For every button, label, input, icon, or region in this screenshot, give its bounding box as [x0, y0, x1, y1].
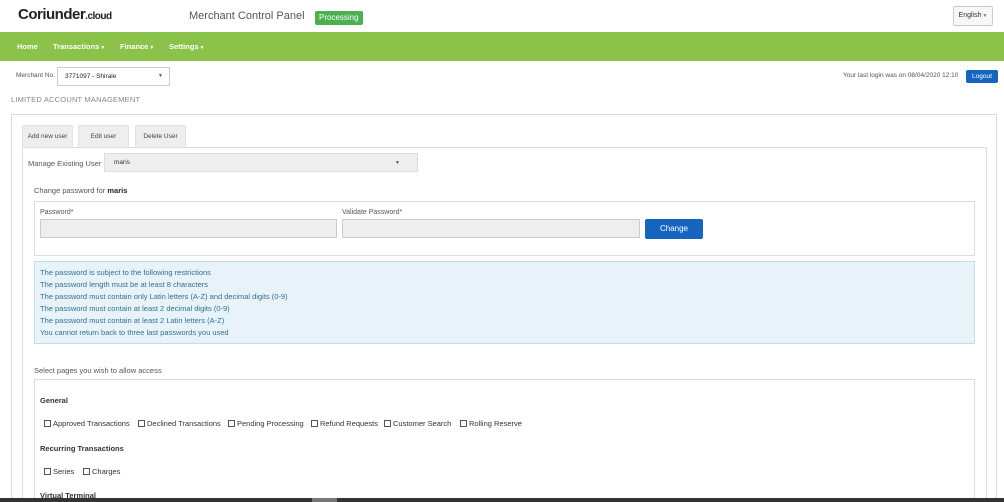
nav-settings-label: Settings — [169, 42, 199, 51]
checkbox-rolling-reserve[interactable]: Rolling Reserve — [460, 419, 522, 428]
restriction-line: The password must contain at least 2 Lat… — [40, 316, 225, 325]
top-header: Coriunder.cloud Merchant Control Panel P… — [0, 0, 1004, 32]
tab-add-new-user[interactable]: Add new user — [22, 125, 73, 147]
main-nav: Home Transactions▼ Finance▼ Settings▼ — [0, 32, 1004, 61]
language-select[interactable]: English▼ — [953, 6, 993, 26]
checkbox-icon[interactable] — [460, 420, 467, 427]
tab-edit-user[interactable]: Edit user — [78, 125, 129, 147]
validate-password-field[interactable] — [342, 219, 640, 238]
panel-title: Merchant Control Panel — [189, 10, 305, 22]
checkbox-refund-requests[interactable]: Refund Requests — [311, 419, 378, 428]
merchant-selected: 3771097 - Shirale — [65, 73, 117, 80]
logo-main: Coriunder — [18, 6, 86, 23]
checkbox-icon[interactable] — [384, 420, 391, 427]
restriction-line: The password must contain only Latin let… — [40, 292, 288, 301]
scrollbar-thumb[interactable] — [312, 498, 337, 502]
chevron-down-icon: ▼ — [199, 45, 205, 51]
chevron-down-icon: ▼ — [100, 45, 106, 51]
checkbox-series[interactable]: Series — [44, 467, 74, 476]
checkbox-customer-search[interactable]: Customer Search — [384, 419, 451, 428]
checkbox-icon[interactable] — [44, 468, 51, 475]
checkbox-label: Approved Transactions — [53, 419, 130, 428]
manage-user-label: Manage Existing User — [28, 159, 102, 168]
checkbox-icon[interactable] — [311, 420, 318, 427]
checkbox-icon[interactable] — [138, 420, 145, 427]
last-login-text: Your last login was on — [843, 72, 906, 79]
manage-user-select[interactable]: maris ▼ — [104, 153, 418, 172]
checkbox-icon[interactable] — [44, 420, 51, 427]
checkbox-declined-transactions[interactable]: Declined Transactions — [138, 419, 221, 428]
checkbox-icon[interactable] — [83, 468, 90, 475]
checkbox-label: Pending Processing — [237, 419, 304, 428]
horizontal-scrollbar[interactable] — [0, 498, 1004, 502]
nav-transactions-label: Transactions — [53, 42, 100, 51]
checkbox-label: Refund Requests — [320, 419, 378, 428]
checkbox-label: Series — [53, 467, 75, 476]
last-login: Your last login was on 08/04/2020 12:10 — [843, 72, 958, 79]
page-access-panel — [34, 379, 975, 502]
checkbox-label: Customer Search — [393, 419, 452, 428]
select-pages-label: Select pages you wish to allow access — [34, 366, 162, 375]
nav-home[interactable]: Home — [17, 32, 38, 61]
brand-logo[interactable]: Coriunder.cloud — [18, 6, 112, 23]
password-label: Password* — [40, 209, 74, 216]
last-login-value: 08/04/2020 12:10 — [907, 72, 959, 79]
chevron-down-icon: ▼ — [158, 73, 163, 79]
change-password-heading: Change password for maris — [34, 186, 127, 195]
restriction-line: The password is subject to the following… — [40, 268, 211, 277]
page-title: LIMITED ACCOUNT MANAGEMENT — [11, 95, 141, 104]
nav-finance[interactable]: Finance▼ — [120, 32, 154, 61]
restriction-line: The password length must be at least 8 c… — [40, 280, 209, 289]
validate-password-label: Validate Password* — [342, 209, 403, 216]
checkbox-charges[interactable]: Charges — [83, 467, 120, 476]
change-password-prefix: Change password for — [34, 186, 106, 195]
language-label: English — [958, 12, 982, 19]
tab-delete-user[interactable]: Delete User — [135, 125, 186, 147]
nav-settings[interactable]: Settings▼ — [169, 32, 205, 61]
checkbox-label: Declined Transactions — [147, 419, 221, 428]
merchant-select[interactable]: 3771097 - Shirale ▼ — [57, 67, 170, 86]
chevron-down-icon: ▼ — [395, 160, 400, 166]
nav-finance-label: Finance — [120, 42, 149, 51]
change-password-user: maris — [107, 186, 128, 195]
chevron-down-icon: ▼ — [149, 45, 155, 51]
checkbox-pending-processing[interactable]: Pending Processing — [228, 419, 304, 428]
status-badge: Processing — [315, 11, 363, 25]
checkbox-approved-transactions[interactable]: Approved Transactions — [44, 419, 130, 428]
merchant-label: Merchant No. — [16, 72, 56, 79]
group-title-general: General — [40, 396, 68, 405]
nav-home-label: Home — [17, 42, 38, 51]
logo-suffix: .cloud — [85, 11, 112, 22]
password-field[interactable] — [40, 219, 337, 238]
nav-transactions[interactable]: Transactions▼ — [53, 32, 105, 61]
checkbox-icon[interactable] — [228, 420, 235, 427]
change-button[interactable]: Change — [645, 219, 703, 239]
manage-user-selected: maris — [114, 159, 130, 166]
restriction-line: The password must contain at least 2 dec… — [40, 304, 230, 313]
restriction-line: You cannot return back to three last pas… — [40, 328, 229, 337]
checkbox-label: Rolling Reserve — [469, 419, 522, 428]
logout-button[interactable]: Logout — [966, 70, 998, 83]
group-title-recurring: Recurring Transactions — [40, 444, 124, 453]
checkbox-label: Charges — [92, 467, 121, 476]
chevron-down-icon: ▼ — [982, 13, 988, 19]
